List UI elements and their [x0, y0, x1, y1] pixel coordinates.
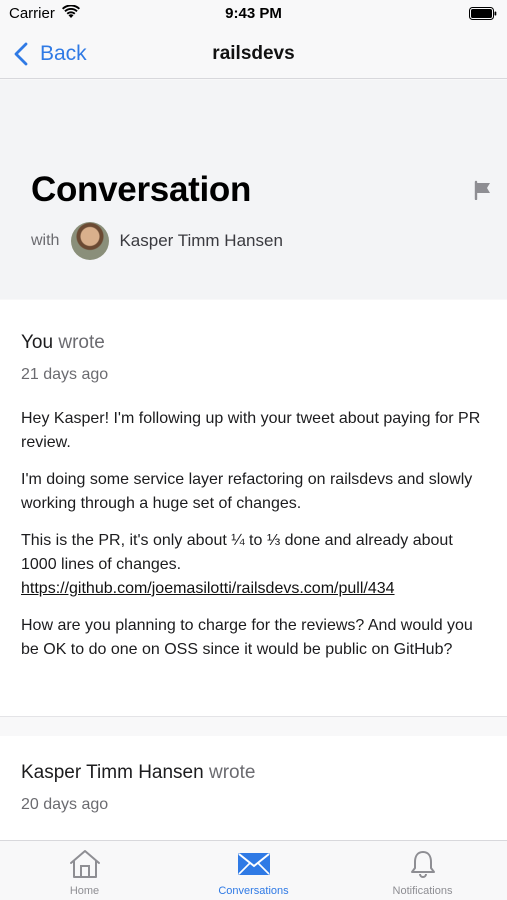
- message-author: You: [21, 332, 54, 353]
- tab-bar: Home Conversations Notifications: [0, 840, 507, 900]
- envelope-icon: [237, 853, 270, 875]
- message-author: Kasper Timm Hansen: [21, 762, 204, 783]
- status-bar: Carrier 9:43 PM: [0, 0, 507, 30]
- message-paragraph: This is the PR, it's only about ¼ to ⅓ d…: [21, 529, 489, 601]
- wrote-label: wrote: [208, 762, 256, 783]
- clock: 9:43 PM: [225, 5, 282, 22]
- message-author-line: Kasper Timm Hansen wrote: [21, 762, 255, 784]
- message-body: Hey Kasper! I'm following up with your t…: [21, 407, 489, 675]
- tab-notifications[interactable]: Notifications: [338, 841, 507, 900]
- navigation-bar: Back railsdevs: [0, 30, 507, 79]
- flag-icon[interactable]: [473, 180, 493, 200]
- tab-label: Notifications: [392, 885, 453, 897]
- pr-link[interactable]: https://github.com/joemasilotti/railsdev…: [21, 580, 395, 597]
- message-paragraph: I'm doing some service layer refactoring…: [21, 471, 473, 512]
- home-icon: [69, 850, 100, 878]
- message-paragraph-text: This is the PR, it's only about ¼ to ⅓ d…: [21, 532, 453, 573]
- battery-icon: [469, 7, 497, 20]
- message-card: Kasper Timm Hansen wrote 20 days ago: [0, 736, 507, 841]
- tab-conversations[interactable]: Conversations: [169, 841, 338, 900]
- message-card: You wrote 21 days ago Hey Kasper! I'm fo…: [0, 300, 507, 717]
- page-title: Conversation: [31, 170, 252, 209]
- message-timestamp: 20 days ago: [21, 796, 109, 813]
- avatar: [71, 222, 110, 260]
- with-label: with: [31, 232, 60, 249]
- message-paragraph: Hey Kasper! I'm following up with your t…: [21, 410, 481, 451]
- message-paragraph: How are you planning to charge for the r…: [21, 617, 473, 658]
- nav-title: railsdevs: [212, 43, 295, 64]
- tab-home[interactable]: Home: [0, 841, 169, 900]
- message-timestamp: 21 days ago: [21, 366, 109, 383]
- conversation-header: Conversation with Kasper Timm Hansen: [0, 80, 507, 299]
- tab-label: Conversations: [218, 885, 289, 897]
- message-author-line: You wrote: [21, 332, 105, 354]
- bell-icon: [410, 851, 435, 878]
- participant-name: Kasper Timm Hansen: [119, 231, 283, 250]
- participants-row: with Kasper Timm Hansen: [31, 220, 283, 262]
- tab-label: Home: [69, 885, 100, 897]
- wrote-label: wrote: [58, 332, 105, 353]
